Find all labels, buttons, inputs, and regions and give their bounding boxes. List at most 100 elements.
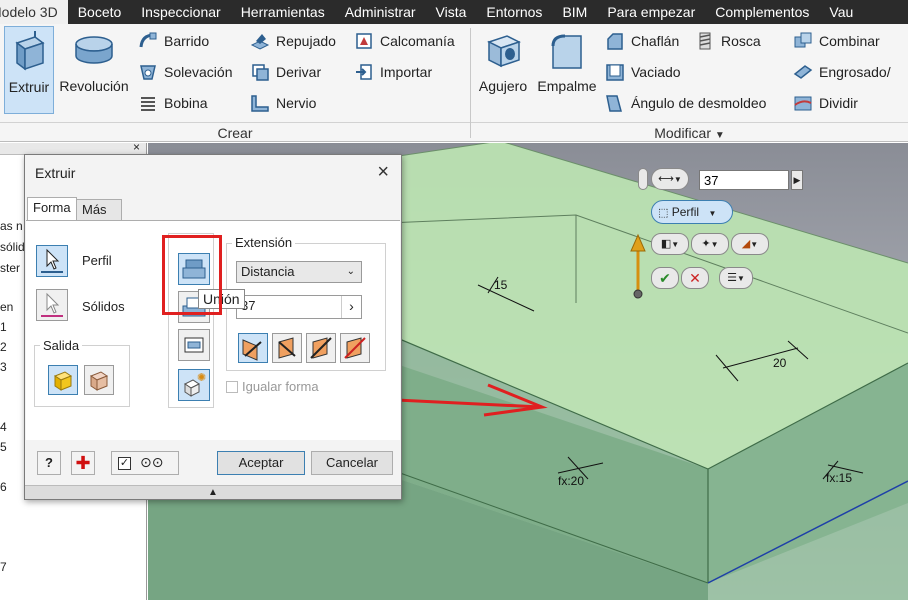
output-type-dropdown[interactable]: ◧▼ — [651, 233, 689, 255]
tab-complementos[interactable]: Complementos — [705, 0, 819, 24]
direction-2-button[interactable] — [272, 333, 302, 363]
browser-row[interactable]: 3 — [0, 360, 7, 374]
dialog-collapse-bar[interactable]: ▲ — [25, 485, 401, 499]
decal-button[interactable]: Calcomanía — [354, 30, 455, 52]
options-dropdown[interactable]: ☰▼ — [719, 267, 753, 289]
fillet-icon — [551, 34, 582, 69]
tab-bim[interactable]: BIM — [552, 0, 597, 24]
derive-button[interactable]: Derivar — [250, 61, 321, 83]
rib-icon — [251, 95, 269, 112]
combine-label: Combinar — [819, 33, 880, 49]
hole-label: Agujero — [478, 78, 528, 94]
fillet-button[interactable]: Empalme — [535, 26, 599, 114]
emboss-button[interactable]: Repujado — [250, 30, 336, 52]
plus-icon: ✚ — [75, 453, 91, 473]
sweep-button[interactable]: Barrido — [138, 30, 209, 52]
distance-field[interactable]: 37 › — [236, 295, 362, 319]
browser-row[interactable]: 7 — [0, 560, 7, 574]
loft-button[interactable]: Solevación — [138, 61, 233, 83]
solids-select-button[interactable] — [36, 289, 68, 321]
dimension-label[interactable]: fx:15 — [826, 471, 852, 485]
profile-icon: ⬚ — [658, 207, 669, 219]
output-solid-button[interactable] — [48, 365, 78, 395]
thicken-button[interactable]: Engrosado/ — [793, 61, 891, 83]
boolean-dropdown[interactable]: ✦▼ — [691, 233, 729, 255]
chevron-down-icon: ⌄ — [346, 266, 355, 277]
annotation-highlight-box — [162, 235, 222, 315]
rib-button[interactable]: Nervio — [250, 92, 316, 114]
chamfer-button[interactable]: Chaflán — [605, 30, 679, 52]
browser-row[interactable]: 6 — [0, 480, 7, 494]
help-button[interactable]: ? — [37, 451, 61, 475]
tab-boceto[interactable]: Boceto — [68, 0, 132, 24]
shell-button[interactable]: Vaciado — [605, 61, 681, 83]
glasses-icon: ⊙⊙ — [140, 454, 164, 470]
split-button[interactable]: Dividir — [793, 92, 858, 114]
distance-input[interactable] — [699, 170, 789, 190]
tab-inspeccionar[interactable]: Inspeccionar — [131, 0, 230, 24]
extrude-button[interactable]: Extruir — [4, 26, 54, 114]
chevron-right-icon[interactable]: › — [341, 296, 361, 318]
browser-row[interactable]: ster — [0, 261, 20, 275]
chevron-up-icon: ▲ — [208, 487, 218, 498]
direction-dropdown[interactable]: ◢▼ — [731, 233, 769, 255]
dimension-label[interactable]: 15 — [494, 278, 507, 292]
dialog-title: Extruir — [35, 165, 76, 181]
profile-selector[interactable]: ⬚ Perfil ▼ — [651, 200, 733, 224]
ok-button[interactable]: ✔ — [651, 267, 679, 289]
browser-row[interactable]: 4 — [0, 420, 7, 434]
dimension-label[interactable]: fx:20 — [558, 474, 584, 488]
profile-select-button[interactable] — [36, 245, 68, 277]
cancel-x-button[interactable]: ✕ — [681, 267, 709, 289]
tab-modelo-3d[interactable]: Modelo 3D — [0, 0, 68, 24]
coil-button[interactable]: Bobina — [138, 92, 208, 114]
tab-para-empezar[interactable]: Para empezar — [597, 0, 705, 24]
panel-title-modificar[interactable]: Modificar ▼ — [471, 122, 908, 142]
shell-label: Vaciado — [631, 64, 681, 80]
tab-vista[interactable]: Vista — [426, 0, 477, 24]
mini-toolbar-grip[interactable] — [638, 168, 648, 190]
tab-vault[interactable]: Vau — [819, 0, 863, 24]
output-surface-button[interactable] — [84, 365, 114, 395]
tab-forma[interactable]: Forma — [27, 197, 77, 221]
revolve-button[interactable]: Revolución — [56, 26, 132, 114]
symmetric-button[interactable] — [306, 333, 336, 363]
cancel-button[interactable]: Cancelar — [311, 451, 393, 475]
combine-button[interactable]: Combinar — [793, 30, 880, 52]
sweep-label: Barrido — [164, 33, 210, 49]
asymmetric-button[interactable] — [340, 333, 370, 363]
preview-checkbox[interactable]: ✓ — [118, 457, 131, 470]
tab-entornos[interactable]: Entornos — [476, 0, 552, 24]
solid-output-icon: ◧ — [660, 238, 672, 250]
browser-row[interactable]: as n — [0, 219, 23, 233]
distance-type-dropdown[interactable]: ⟷▼ — [651, 168, 689, 190]
browser-row[interactable]: 2 — [0, 340, 7, 354]
tab-mas[interactable]: Más — [76, 199, 122, 221]
browser-row[interactable]: en — [0, 300, 13, 314]
close-icon[interactable]: × — [133, 143, 140, 154]
thread-button[interactable]: Rosca — [695, 30, 761, 52]
browser-row[interactable]: 1 — [0, 320, 7, 334]
direction-1-button[interactable] — [238, 333, 268, 363]
browser-row[interactable]: 5 — [0, 440, 7, 454]
match-shape-checkbox[interactable] — [226, 381, 238, 393]
import-button[interactable]: Importar — [354, 61, 432, 83]
chevron-right-icon[interactable]: ▶ — [791, 170, 803, 190]
tab-herramientas[interactable]: Herramientas — [231, 0, 335, 24]
tab-administrar[interactable]: Administrar — [335, 0, 426, 24]
browser-row[interactable]: sólid — [0, 240, 25, 254]
new-solid-button[interactable]: ✺ — [178, 369, 210, 401]
hole-button[interactable]: Agujero — [473, 26, 533, 114]
rib-label: Nervio — [276, 95, 317, 111]
join-icon: ✦ — [701, 238, 711, 250]
close-icon[interactable]: × — [377, 161, 389, 183]
add-button[interactable]: ✚ — [71, 451, 95, 475]
extent-type-combo[interactable]: Distancia ⌄ — [236, 261, 362, 283]
intersect-button[interactable] — [178, 329, 210, 361]
dimension-label[interactable]: 20 — [773, 356, 786, 370]
accept-button[interactable]: Aceptar — [217, 451, 305, 475]
draft-button[interactable]: Ángulo de desmoldeo — [605, 92, 766, 114]
extent-arrow-base[interactable] — [633, 289, 643, 299]
list-icon: ☰ — [727, 272, 737, 284]
derive-label: Derivar — [276, 64, 322, 80]
